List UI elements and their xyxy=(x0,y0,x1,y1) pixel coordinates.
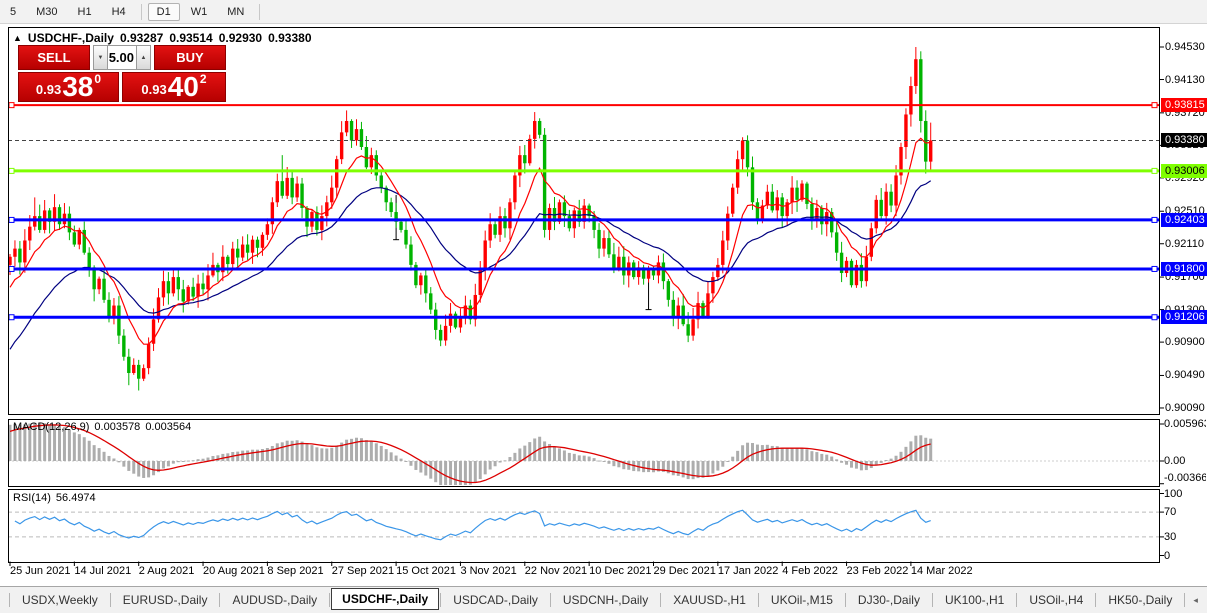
tab-separator xyxy=(440,593,442,607)
level-line-handle[interactable] xyxy=(1151,216,1158,223)
tab-UKOil-M15[interactable]: UKOil-,M15 xyxy=(760,589,844,611)
rsi-value: 56.4974 xyxy=(55,492,96,504)
tab-separator xyxy=(931,593,933,607)
level-line-handle[interactable] xyxy=(8,102,15,109)
tab-separator xyxy=(1184,593,1186,607)
level-line-handle[interactable] xyxy=(1151,102,1158,109)
tab-separator xyxy=(549,593,551,607)
buy-price-big: 40 xyxy=(167,71,199,102)
level-line-handle[interactable] xyxy=(1151,167,1158,174)
tab-UK100-H1[interactable]: UK100-,H1 xyxy=(934,589,1015,611)
tab-EURUSD-Daily[interactable]: EURUSD-,Daily xyxy=(112,589,219,611)
tab-separator xyxy=(844,593,846,607)
volume-field[interactable]: 5.00 xyxy=(108,45,136,70)
tab-USDCNH-Daily[interactable]: USDCNH-,Daily xyxy=(552,589,659,611)
level-line-handle[interactable] xyxy=(8,216,15,223)
macd-value-main: 0.003578 xyxy=(94,421,141,433)
macd-value-signal: 0.003564 xyxy=(145,421,192,433)
tab-separator xyxy=(660,593,662,607)
tab-separator xyxy=(219,593,221,607)
macd-label: MACD(12,26,9) 0.003578 0.003564 xyxy=(13,421,191,433)
ohlc-high: 0.93514 xyxy=(169,31,213,45)
tab-separator xyxy=(109,593,111,607)
buy-price-sup: 2 xyxy=(199,72,207,86)
sell-price-button[interactable]: 0.93 38 0 xyxy=(18,72,119,102)
buy-price-button[interactable]: 0.93 40 2 xyxy=(122,72,226,102)
ohlc-close: 0.93380 xyxy=(268,31,312,45)
tab-XAUUSD-H1[interactable]: XAUUSD-,H1 xyxy=(662,589,757,611)
level-line-handle[interactable] xyxy=(8,314,15,321)
level-line-handle[interactable] xyxy=(1151,265,1158,272)
sell-price-sup: 0 xyxy=(94,72,102,86)
macd-name: MACD(12,26,9) xyxy=(13,421,90,433)
sell-price-prefix: 0.93 xyxy=(35,82,62,97)
volume-increment-icon[interactable]: ▲ xyxy=(136,45,151,70)
rsi-name: RSI(14) xyxy=(13,492,51,504)
tab-scroll-left-icon[interactable]: ◂ xyxy=(1186,595,1205,606)
level-line-handle[interactable] xyxy=(1151,314,1158,321)
chart-title: ▲ USDCHF-,Daily 0.93287 0.93514 0.92930 … xyxy=(13,31,312,45)
one-click-trading-widget: SELL ▼ 5.00 ▲ BUY 0.93 38 0 0.93 40 2 xyxy=(18,45,226,102)
tab-DJ30-Daily[interactable]: DJ30-,Daily xyxy=(847,589,931,611)
tab-separator xyxy=(1095,593,1097,607)
collapse-panel-icon[interactable]: ▲ xyxy=(13,33,22,43)
buy-price-prefix: 0.93 xyxy=(141,82,167,97)
volume-decrement-icon[interactable]: ▼ xyxy=(93,45,108,70)
level-line-handle[interactable] xyxy=(8,167,15,174)
tab-USDCHF-Daily[interactable]: USDCHF-,Daily xyxy=(331,588,440,610)
tab-separator xyxy=(9,593,10,607)
tab-separator xyxy=(757,593,759,607)
sell-button[interactable]: SELL xyxy=(18,45,90,70)
level-line-handle[interactable] xyxy=(8,265,15,272)
trading-terminal-window: 5 M30 H1 H4 D1 W1 MN 0.94530 0.94130 0.93720 0.93… xyxy=(0,0,1207,613)
tab-USOil-H4[interactable]: USOil-,H4 xyxy=(1018,589,1094,611)
volume-stepper: ▼ 5.00 ▲ xyxy=(93,45,151,70)
ohlc-open: 0.93287 xyxy=(119,31,164,45)
tab-HK50-Daily[interactable]: HK50-,Daily xyxy=(1097,589,1183,611)
rsi-label: RSI(14) 56.4974 xyxy=(13,492,96,504)
buy-button[interactable]: BUY xyxy=(154,45,226,70)
tab-separator xyxy=(1016,593,1018,607)
tab-separator xyxy=(329,593,331,607)
tab-AUDUSD-Daily[interactable]: AUDUSD-,Daily xyxy=(221,589,328,611)
symbol-name: USDCHF-,Daily xyxy=(27,31,114,45)
tab-USDCAD-Daily[interactable]: USDCAD-,Daily xyxy=(442,589,549,611)
sell-price-big: 38 xyxy=(62,71,94,102)
ohlc-low: 0.92930 xyxy=(218,31,263,45)
chart-tab-bar: USDX,Weekly EURUSD-,Daily AUDUSD-,Daily USD… xyxy=(0,586,1207,613)
tab-USDX-Weekly[interactable]: USDX,Weekly xyxy=(11,589,109,611)
